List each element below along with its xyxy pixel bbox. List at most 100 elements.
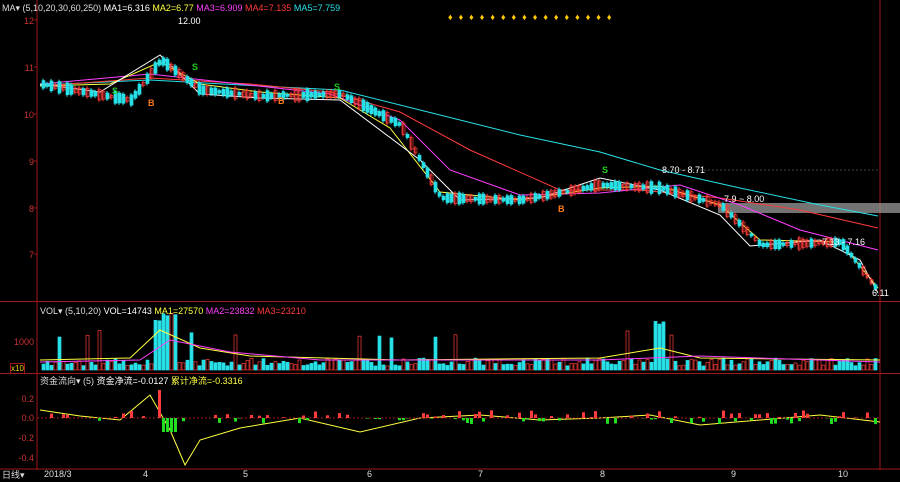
volume-bar bbox=[681, 364, 686, 371]
volume-bar bbox=[569, 363, 574, 371]
volume-bar bbox=[405, 361, 410, 371]
candle-body bbox=[557, 189, 562, 197]
volume-bar bbox=[781, 364, 786, 371]
main-indicator-select[interactable]: MA bbox=[2, 3, 16, 13]
candle-body bbox=[105, 92, 110, 100]
volume-bar bbox=[105, 359, 110, 371]
volume-bar bbox=[729, 359, 734, 371]
candle-body bbox=[65, 82, 70, 96]
volume-bar bbox=[273, 361, 278, 371]
flow-bar bbox=[258, 415, 261, 418]
volume-bar bbox=[261, 358, 266, 371]
flow-bar bbox=[834, 418, 837, 422]
candle-body bbox=[41, 80, 46, 89]
volume-bar bbox=[717, 359, 722, 371]
volume-bar bbox=[553, 363, 558, 371]
volume-bar bbox=[565, 365, 570, 371]
volume-bar bbox=[121, 360, 126, 371]
volume-bar bbox=[793, 362, 798, 371]
volume-bar bbox=[685, 360, 690, 371]
candle-body bbox=[697, 194, 702, 204]
volume-bar bbox=[461, 364, 466, 371]
candle-body bbox=[49, 80, 54, 92]
flow-bar bbox=[698, 416, 701, 418]
volume-bar bbox=[181, 362, 186, 371]
candle-body bbox=[361, 99, 366, 112]
volume-bar bbox=[821, 364, 826, 371]
volume-bar bbox=[305, 364, 310, 371]
volume-bar bbox=[325, 358, 330, 371]
flow-bar bbox=[250, 414, 253, 418]
candle-body bbox=[653, 186, 658, 190]
volume-bar bbox=[777, 360, 782, 371]
flow-bar bbox=[114, 416, 117, 418]
volume-bar bbox=[401, 358, 406, 371]
volume-bar bbox=[209, 361, 214, 371]
candle-body bbox=[69, 84, 74, 95]
volume-bar bbox=[469, 359, 474, 371]
flow-bar bbox=[674, 416, 677, 418]
volume-bar bbox=[801, 359, 806, 371]
flow-bar bbox=[522, 418, 525, 422]
sell-signal-icon: S bbox=[602, 165, 609, 175]
ma3-value: MA3=6.909 bbox=[196, 3, 243, 13]
volume-bar bbox=[393, 364, 398, 371]
volume-bar bbox=[45, 360, 50, 371]
x-label: 9 bbox=[731, 469, 737, 479]
panel-separator bbox=[0, 301, 900, 302]
volume-bar bbox=[293, 364, 298, 371]
candle-body bbox=[313, 90, 318, 99]
period-select[interactable]: 日线▾ bbox=[2, 470, 25, 481]
volume-bar bbox=[753, 364, 758, 371]
volume-bar bbox=[169, 312, 174, 371]
flow-bar bbox=[874, 418, 877, 425]
volume-indicator-select[interactable]: VOL bbox=[40, 306, 58, 316]
volume-bar bbox=[81, 365, 86, 371]
flow-bar bbox=[122, 413, 125, 418]
flow-bar bbox=[482, 418, 485, 422]
candle-body bbox=[685, 190, 690, 201]
candle-body bbox=[477, 193, 482, 205]
volume-bar bbox=[201, 359, 206, 371]
candle-body bbox=[517, 195, 522, 205]
flow-bar bbox=[162, 418, 165, 432]
flow-bar bbox=[758, 414, 761, 418]
volume-bar bbox=[493, 363, 498, 371]
flow-bar bbox=[590, 416, 593, 418]
flow-bar bbox=[794, 412, 797, 418]
flow-bar bbox=[466, 418, 469, 423]
volume-bar bbox=[185, 359, 190, 371]
y-tick: 11 bbox=[24, 63, 34, 73]
volume-bar bbox=[865, 358, 870, 371]
flow-bar bbox=[558, 418, 561, 421]
volume-bar bbox=[669, 334, 674, 371]
ma4-value: MA4=7.135 bbox=[245, 3, 292, 13]
volume-bar bbox=[193, 361, 198, 371]
flow-indicator-select[interactable]: 资金流向 bbox=[40, 376, 76, 386]
y-tick: 9 bbox=[28, 157, 34, 167]
volume-bar bbox=[661, 321, 666, 371]
volume-bar bbox=[453, 334, 458, 371]
volume-bar bbox=[809, 358, 814, 371]
flow-bar bbox=[766, 413, 769, 418]
volume-bar bbox=[141, 364, 146, 371]
volume-bar bbox=[297, 359, 302, 371]
candle-body bbox=[773, 239, 778, 250]
flow-bar bbox=[830, 418, 833, 424]
volume-bar bbox=[741, 361, 746, 371]
volume-bar bbox=[657, 323, 662, 371]
candle-body bbox=[185, 75, 190, 84]
flow-y-tick: -0.4 bbox=[18, 453, 34, 463]
candle-body bbox=[789, 239, 794, 248]
volume-bar bbox=[481, 364, 486, 371]
candle-body bbox=[369, 104, 374, 115]
candle-body bbox=[481, 193, 486, 205]
volume-bar bbox=[677, 365, 682, 371]
volume-bar bbox=[605, 361, 610, 371]
volume-bar bbox=[465, 361, 470, 371]
flow-bar bbox=[430, 418, 433, 419]
event-marker-icons[interactable]: ♦♦♦♦♦♦♦♦♦♦♦♦♦♦♦♦ bbox=[448, 12, 617, 23]
candle-body bbox=[505, 195, 510, 204]
volume-bar bbox=[109, 360, 114, 371]
flow-net-value: 资金净流=-0.0127 bbox=[96, 376, 169, 386]
